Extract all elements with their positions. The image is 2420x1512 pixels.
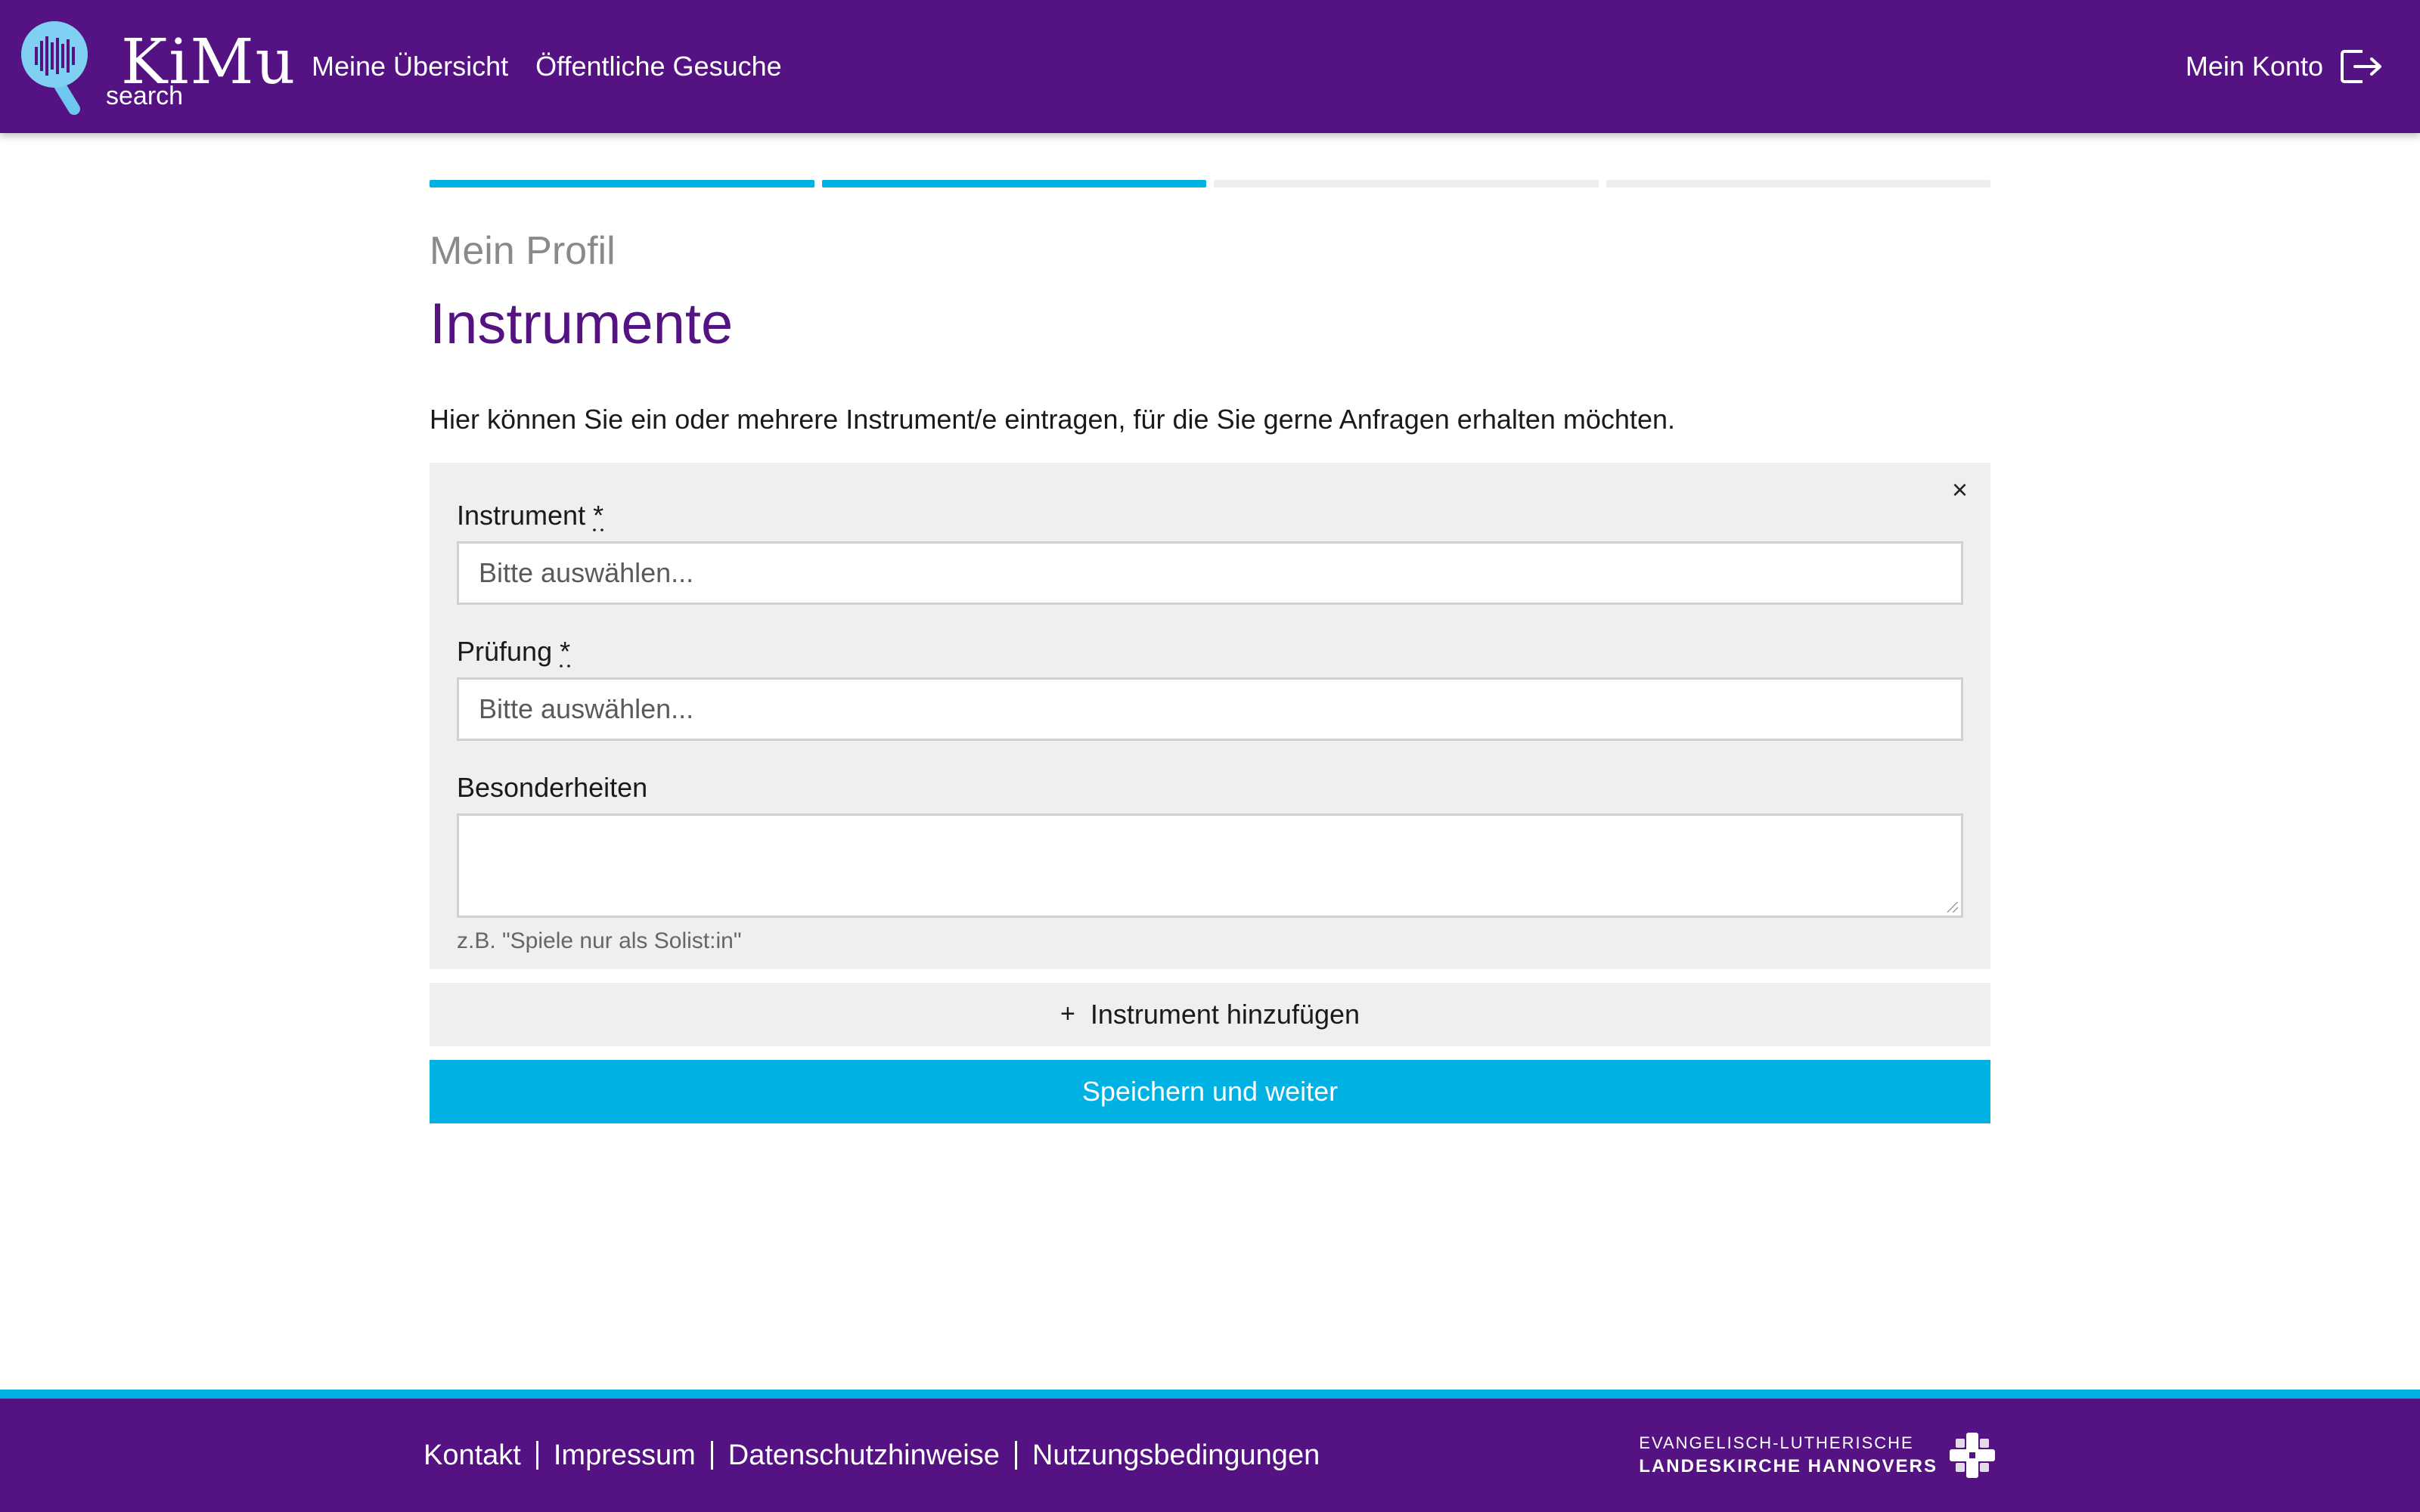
footer-divider <box>710 1441 713 1470</box>
footer-link-kontakt[interactable]: Kontakt <box>424 1439 521 1472</box>
exam-select[interactable]: Bitte auswählen... <box>457 677 1963 741</box>
progress-step-2 <box>821 180 1206 187</box>
account-label: Mein Konto <box>2185 51 2323 82</box>
exam-label: Prüfung * <box>457 605 1963 665</box>
page-title: Instrumente <box>430 292 734 357</box>
progress-step-4 <box>1606 180 1990 187</box>
footer: Kontakt Impressum Datenschutzhinweise Nu… <box>0 1399 2420 1512</box>
top-navigation-bar: KiMu search Meine Übersicht Öffentliche … <box>0 0 2420 133</box>
save-and-continue-button[interactable]: Speichern und weiter <box>430 1059 1990 1123</box>
church-logo[interactable]: EVANGELISCH-LUTHERISCHE LANDESKIRCHE HAN… <box>1639 1399 1996 1512</box>
intro-text: Hier können Sie ein oder mehrere Instrum… <box>430 403 1675 435</box>
exam-label-text: Prüfung <box>457 635 553 667</box>
nav-item-meine-uebersicht[interactable]: Meine Übersicht <box>312 51 508 82</box>
notes-label: Besonderheiten <box>457 771 648 803</box>
brand-subtitle: search <box>106 82 184 110</box>
church-wordmark: EVANGELISCH-LUTHERISCHE LANDESKIRCHE HAN… <box>1639 1433 1938 1477</box>
instrument-entry-card: × Instrument * Bitte auswählen... Prüfun… <box>430 462 1990 969</box>
instrument-label: Instrument * <box>457 463 1963 529</box>
add-instrument-button[interactable]: + Instrument hinzufügen <box>430 982 1990 1046</box>
footer-accent-stripe <box>0 1390 2420 1399</box>
required-marker: * <box>593 499 604 531</box>
progress-step-3 <box>1214 180 1599 187</box>
footer-links: Kontakt Impressum Datenschutzhinweise Nu… <box>424 1399 1320 1512</box>
add-instrument-label: Instrument hinzufügen <box>1090 998 1360 1030</box>
kimu-logo[interactable]: KiMu search <box>20 20 295 115</box>
footer-link-impressum[interactable]: Impressum <box>554 1439 696 1472</box>
instrument-select-placeholder: Bitte auswählen... <box>479 556 694 588</box>
church-line-2: LANDESKIRCHE HANNOVERS <box>1639 1456 1938 1476</box>
instrument-label-text: Instrument <box>457 499 586 531</box>
progress-step-1 <box>430 180 814 187</box>
remove-entry-close-icon[interactable]: × <box>1952 476 1968 503</box>
footer-link-datenschutz[interactable]: Datenschutzhinweise <box>728 1439 1000 1472</box>
main-content: Mein Profil Instrumente Hier können Sie … <box>430 180 1990 1123</box>
resize-handle-icon[interactable] <box>1947 901 1958 912</box>
step-progress <box>430 180 1990 187</box>
footer-link-nutzungsbedingungen[interactable]: Nutzungsbedingungen <box>1032 1439 1320 1472</box>
notes-textarea[interactable] <box>457 813 1963 918</box>
section-eyebrow: Mein Profil <box>430 229 616 273</box>
exam-select-placeholder: Bitte auswählen... <box>479 692 694 724</box>
magnifier-soundwave-icon <box>21 21 88 115</box>
footer-divider <box>1014 1441 1017 1470</box>
church-line-1: EVANGELISCH-LUTHERISCHE <box>1639 1433 1914 1452</box>
footer-divider <box>535 1441 538 1470</box>
cross-logo-icon <box>1950 1433 1995 1478</box>
main-nav: Meine Übersicht Öffentliche Gesuche <box>312 0 782 133</box>
plus-icon: + <box>1060 999 1075 1029</box>
nav-item-oeffentliche-gesuche[interactable]: Öffentliche Gesuche <box>535 51 782 82</box>
logout-icon <box>2341 50 2381 83</box>
account-menu-button[interactable]: Mein Konto <box>2186 0 2384 133</box>
instrument-select[interactable]: Bitte auswählen... <box>457 541 1963 605</box>
required-marker: * <box>560 635 571 667</box>
notes-hint: z.B. "Spiele nur als Solist:in" <box>457 928 742 953</box>
